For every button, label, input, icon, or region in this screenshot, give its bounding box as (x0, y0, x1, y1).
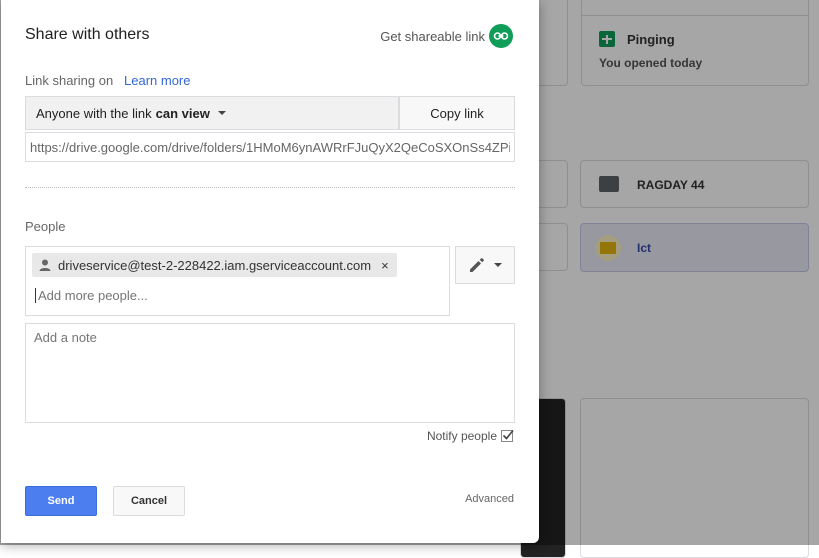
person-chip-email: driveservice@test-2-228422.iam.gservicea… (58, 257, 372, 273)
person-chip[interactable]: driveservice@test-2-228422.iam.gservicea… (32, 253, 397, 277)
permission-level: can view (155, 105, 210, 121)
get-shareable-link[interactable]: Get shareable link (380, 24, 513, 48)
anyone-with-link-label: Anyone with the link (36, 105, 152, 121)
get-shareable-link-label[interactable]: Get shareable link (380, 29, 485, 44)
advanced-link[interactable]: Advanced (465, 493, 514, 505)
people-label: People (25, 219, 66, 234)
checkmark-icon (502, 429, 514, 440)
notify-people-option[interactable]: Notify people (426, 429, 514, 443)
link-sharing-status: Link sharing on (25, 73, 114, 88)
link-icon[interactable] (489, 24, 513, 48)
dialog-title: Share with others (25, 26, 150, 43)
add-people-input[interactable] (35, 288, 338, 303)
learn-more-link[interactable]: Learn more (124, 73, 190, 88)
note-field[interactable] (25, 323, 515, 423)
chevron-down-icon (217, 111, 226, 115)
share-link-field[interactable] (25, 132, 515, 162)
permission-role-button[interactable] (455, 246, 515, 284)
chevron-down-icon (494, 263, 502, 267)
notify-people-label: Notify people (426, 429, 497, 443)
send-button[interactable]: Send (25, 486, 97, 516)
close-icon[interactable]: × (381, 258, 389, 273)
share-dialog: Share with others Get shareable link Lin… (1, 0, 539, 543)
divider (25, 187, 515, 188)
people-input-box[interactable]: driveservice@test-2-228422.iam.gservicea… (25, 246, 450, 316)
pencil-icon (470, 258, 484, 272)
link-permission-dropdown[interactable]: Anyone with the link can view (25, 96, 399, 130)
notify-checkbox[interactable] (501, 429, 514, 442)
person-icon (39, 259, 51, 271)
copy-link-button[interactable]: Copy link (399, 96, 515, 130)
cancel-button[interactable]: Cancel (113, 486, 185, 516)
